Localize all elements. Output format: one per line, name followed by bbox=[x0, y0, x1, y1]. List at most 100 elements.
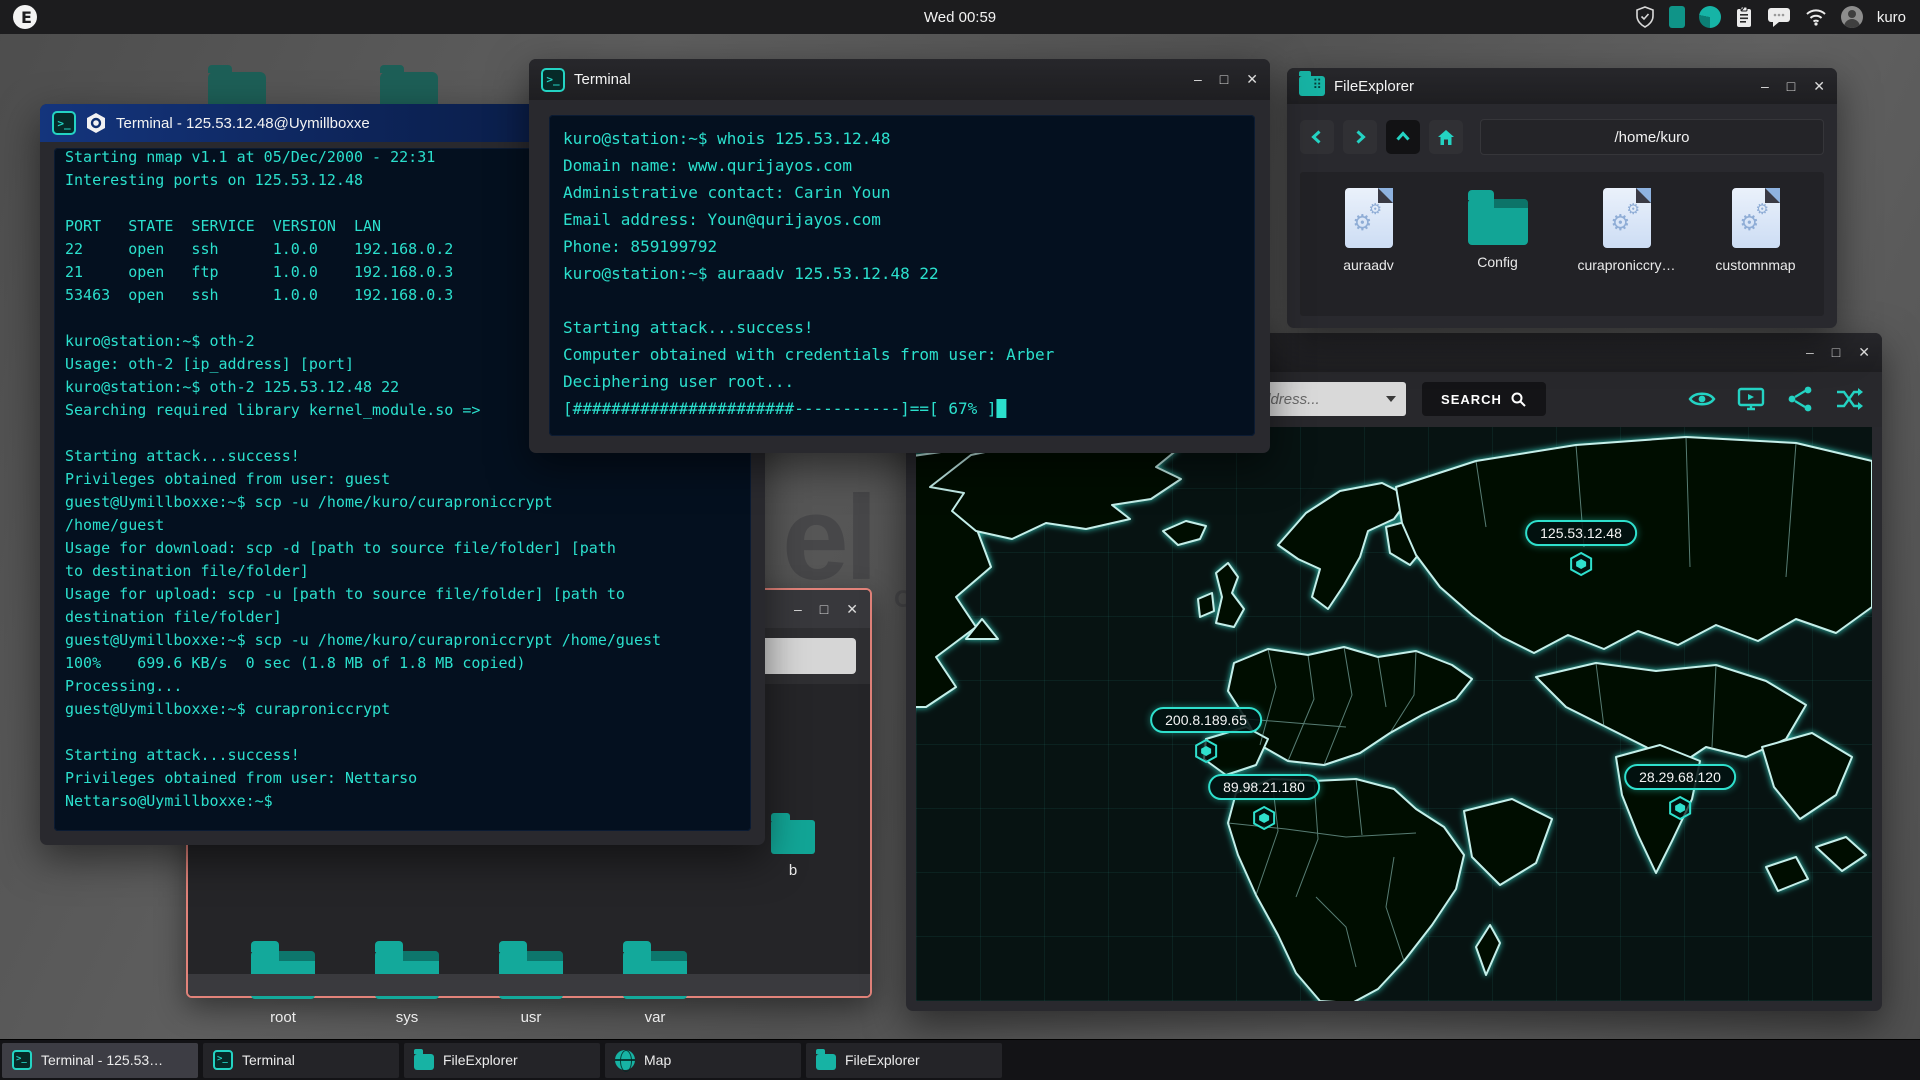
secure-hexagon-icon bbox=[85, 112, 107, 134]
resource-pie-icon[interactable] bbox=[1699, 6, 1721, 28]
ip-label: 28.29.68.120 bbox=[1624, 764, 1736, 790]
forward-button[interactable] bbox=[1343, 120, 1377, 154]
taskbar-item[interactable]: Map bbox=[605, 1043, 801, 1078]
chat-icon[interactable] bbox=[1767, 7, 1791, 28]
hexagon-marker-icon bbox=[1568, 551, 1594, 577]
user-avatar[interactable] bbox=[1841, 6, 1863, 28]
search-button-label: SEARCH bbox=[1441, 392, 1502, 407]
back-button[interactable] bbox=[1300, 120, 1334, 154]
desktop-folder-icon[interactable] bbox=[208, 72, 266, 108]
terminal-line: guest@Uymillboxxe:~$ scp -u /home/kuro/c… bbox=[65, 491, 740, 514]
taskbar-item-icon bbox=[414, 1054, 434, 1070]
window-controls: – □ ✕ bbox=[1806, 344, 1870, 361]
map-tool-icons bbox=[1687, 384, 1864, 414]
minimize-button[interactable]: – bbox=[794, 601, 802, 618]
shuffle-icon[interactable] bbox=[1834, 384, 1864, 414]
status-bar bbox=[188, 974, 870, 996]
taskbar-item-label: Map bbox=[644, 1052, 671, 1068]
home-icon bbox=[1437, 129, 1455, 146]
username: kuro bbox=[1877, 9, 1906, 26]
shield-check-icon[interactable] bbox=[1635, 6, 1655, 28]
minimize-button[interactable]: – bbox=[1194, 71, 1202, 88]
eye-icon[interactable] bbox=[1687, 384, 1717, 414]
taskbar-item[interactable]: Terminal bbox=[203, 1043, 399, 1078]
curaproniccry…[interactable]: ⚙⚙ curaproniccry… bbox=[1562, 188, 1691, 316]
terminal-line: /home/guest bbox=[65, 514, 740, 537]
terminal-line: Starting attack...success! bbox=[65, 744, 740, 767]
close-button[interactable]: ✕ bbox=[846, 601, 858, 618]
taskbar-item[interactable]: FileExplorer bbox=[404, 1043, 600, 1078]
home-button[interactable] bbox=[1429, 120, 1463, 154]
terminal-icon: >_ bbox=[541, 68, 565, 92]
customnmap[interactable]: ⚙⚙ customnmap bbox=[1691, 188, 1820, 316]
ip-marker[interactable]: 200.8.189.65 bbox=[1150, 707, 1262, 733]
ip-marker[interactable]: 89.98.21.180 bbox=[1208, 774, 1320, 800]
minimize-button[interactable]: – bbox=[1761, 78, 1769, 95]
taskbar-item[interactable]: Terminal - 125.53… bbox=[2, 1043, 198, 1078]
file-item-label: sys bbox=[396, 1009, 419, 1026]
taskbar-item[interactable]: FileExplorer bbox=[806, 1043, 1002, 1078]
remote-desktop-icon[interactable] bbox=[1736, 384, 1766, 414]
folder-grid-icon bbox=[1299, 76, 1325, 96]
world-map[interactable]: 125.53.12.48 200.8.189.65 89.98.21.180 2… bbox=[916, 427, 1872, 1001]
terminal-line: Usage for upload: scp -u [path to source… bbox=[65, 583, 740, 606]
terminal-line: Computer obtained with credentials from … bbox=[563, 341, 1241, 368]
taskbar-item-icon bbox=[816, 1054, 836, 1070]
ip-marker[interactable]: 28.29.68.120 bbox=[1624, 764, 1736, 790]
maximize-button[interactable]: □ bbox=[1787, 78, 1795, 95]
desktop: el OPER E Wed 00:59 kuro – □ ✕ bbox=[0, 0, 1920, 1080]
window-terminal-local[interactable]: >_ Terminal – □ ✕ kuro@station:~$ whois … bbox=[529, 59, 1270, 453]
taskbar-item-label: Terminal bbox=[242, 1052, 295, 1068]
terminal-line bbox=[563, 287, 1241, 314]
terminal-line: guest@Uymillboxxe:~$ scp -u /home/kuro/c… bbox=[65, 629, 740, 652]
terminal-line: kuro@station:~$ whois 125.53.12.48 bbox=[563, 125, 1241, 152]
titlebar[interactable]: >_ Terminal – □ ✕ bbox=[529, 59, 1270, 100]
wifi-icon[interactable] bbox=[1805, 8, 1827, 26]
file-item-label: var bbox=[645, 1009, 666, 1026]
terminal-line: Nettarso@Uymillboxxe:~$ bbox=[65, 790, 740, 813]
maximize-button[interactable]: □ bbox=[1832, 344, 1840, 361]
close-button[interactable]: ✕ bbox=[1813, 78, 1825, 95]
auraadv[interactable]: ⚙⚙ auraadv bbox=[1304, 188, 1433, 316]
terminal-screen[interactable]: kuro@station:~$ whois 125.53.12.48Domain… bbox=[549, 115, 1255, 436]
hexagon-marker-icon bbox=[1251, 805, 1277, 831]
close-button[interactable]: ✕ bbox=[1858, 344, 1870, 361]
maximize-button[interactable]: □ bbox=[1220, 71, 1228, 88]
Config[interactable]: ⚙⚙ Config bbox=[1433, 188, 1562, 316]
window-title: Terminal - 125.53.12.48@Uymillboxxe bbox=[116, 115, 370, 132]
window-controls: – □ ✕ bbox=[1194, 71, 1258, 88]
file-item-label: customnmap bbox=[1715, 257, 1795, 273]
terminal-line: Administrative contact: Carin Youn bbox=[563, 179, 1241, 206]
file-item-label: usr bbox=[521, 1009, 542, 1026]
terminal-line: Email address: Youn@qurijayos.com bbox=[563, 206, 1241, 233]
close-button[interactable]: ✕ bbox=[1246, 71, 1258, 88]
share-nodes-icon[interactable] bbox=[1785, 384, 1815, 414]
ip-label: 89.98.21.180 bbox=[1208, 774, 1320, 800]
file-icon: ⚙⚙ bbox=[1345, 188, 1393, 248]
taskbar-item-icon bbox=[615, 1050, 635, 1070]
terminal-line: to destination file/folder] bbox=[65, 560, 740, 583]
window-controls: – □ ✕ bbox=[794, 601, 858, 618]
desktop-folder-icon[interactable] bbox=[380, 72, 438, 108]
maximize-button[interactable]: □ bbox=[820, 601, 828, 618]
chevron-right-icon bbox=[1352, 129, 1368, 145]
search-button[interactable]: SEARCH bbox=[1422, 382, 1546, 416]
ip-marker[interactable]: 125.53.12.48 bbox=[1525, 520, 1637, 546]
terminal-line: Usage for download: scp -d [path to sour… bbox=[65, 537, 740, 560]
titlebar[interactable]: FileExplorer – □ ✕ bbox=[1287, 68, 1837, 104]
explorer-toolbar: /home/kuro bbox=[1287, 104, 1837, 170]
clipboard-icon[interactable] bbox=[1735, 6, 1753, 28]
terminal-line: Phone: 859199792 bbox=[563, 233, 1241, 260]
up-button[interactable] bbox=[1386, 120, 1420, 154]
file-icon: ⚙⚙ bbox=[1603, 188, 1651, 248]
terminal-line: Privileges obtained from user: guest bbox=[65, 468, 740, 491]
file-item-partial[interactable]: b bbox=[758, 812, 828, 879]
window-controls: – □ ✕ bbox=[1761, 78, 1825, 95]
watermark-text-big: el bbox=[782, 478, 874, 598]
minimize-button[interactable]: – bbox=[1806, 344, 1814, 361]
terminal-line: destination file/folder] bbox=[65, 606, 740, 629]
window-title: Terminal bbox=[574, 71, 631, 88]
path-input[interactable]: /home/kuro bbox=[1480, 119, 1824, 155]
battery-icon[interactable] bbox=[1669, 6, 1685, 28]
window-fileexplorer[interactable]: FileExplorer – □ ✕ /home/kuro ⚙⚙ auraadv… bbox=[1287, 68, 1837, 328]
